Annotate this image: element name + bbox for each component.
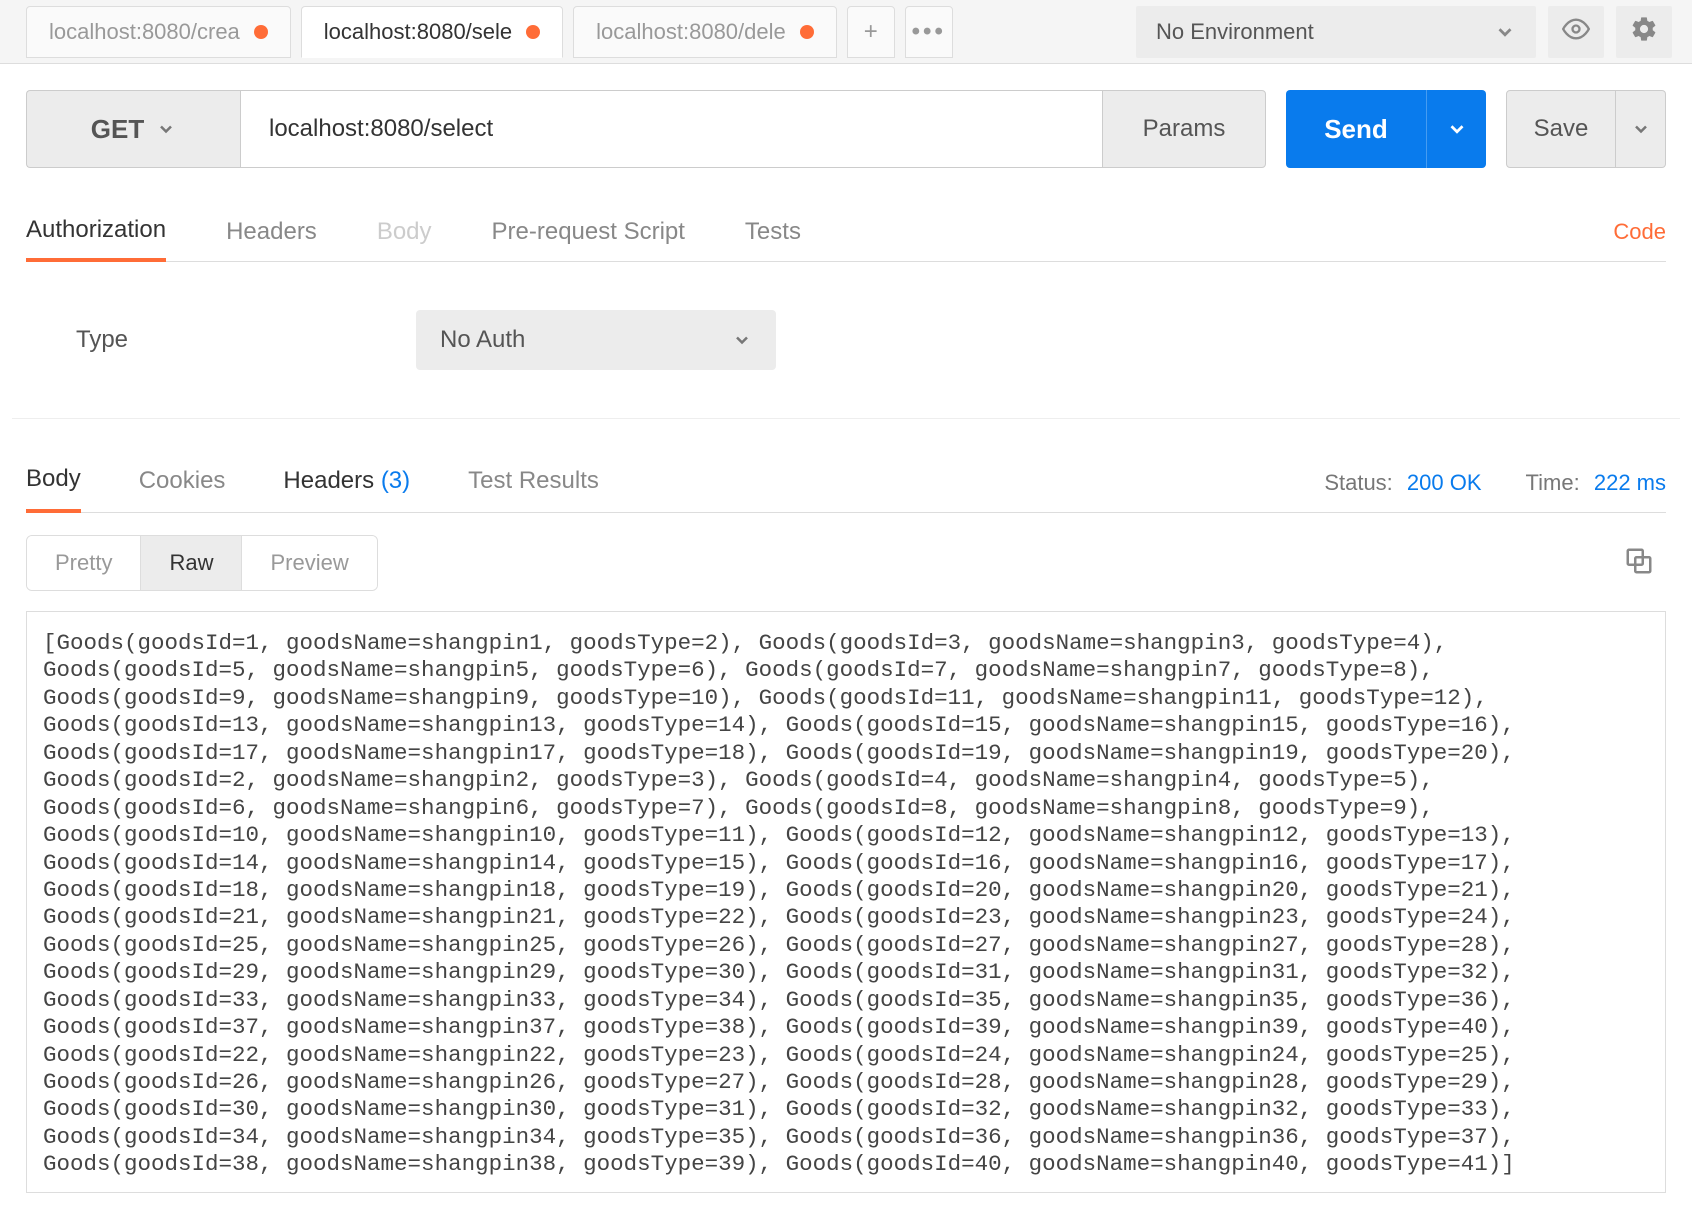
status-label: Status: (1324, 470, 1392, 495)
unsaved-dot-icon (254, 25, 268, 39)
status-field: Status: 200 OK (1324, 470, 1481, 496)
send-label: Send (1324, 114, 1388, 145)
save-dropdown-button[interactable] (1616, 90, 1666, 168)
time-value: 222 ms (1594, 470, 1666, 495)
chevron-down-icon (156, 119, 176, 139)
code-link[interactable]: Code (1613, 219, 1666, 245)
new-tab-button[interactable]: + (847, 6, 895, 58)
eye-icon (1562, 15, 1590, 48)
time-label: Time: (1526, 470, 1580, 495)
environment-quicklook-button[interactable] (1548, 6, 1604, 58)
top-right-controls: No Environment (1136, 6, 1692, 58)
send-button[interactable]: Send (1286, 90, 1426, 168)
response-tabs: Body Cookies Headers (3) Test Results St… (26, 429, 1666, 513)
request-url-input[interactable] (240, 90, 1102, 168)
tab-request-2[interactable]: localhost:8080/dele (573, 6, 837, 58)
params-label: Params (1143, 115, 1226, 143)
chevron-down-icon (732, 330, 752, 350)
tab-tests[interactable]: Tests (745, 204, 801, 260)
save-button-group: Save (1506, 90, 1666, 168)
save-button[interactable]: Save (1506, 90, 1616, 168)
tab-body[interactable]: Body (377, 204, 432, 260)
unsaved-dot-icon (526, 25, 540, 39)
tab-bar: localhost:8080/crea localhost:8080/sele … (26, 6, 953, 58)
top-strip: localhost:8080/crea localhost:8080/sele … (0, 0, 1692, 64)
view-preview-button[interactable]: Preview (242, 536, 376, 590)
tab-request-1[interactable]: localhost:8080/sele (301, 6, 563, 58)
resp-tab-headers-count: (3) (381, 467, 410, 494)
copy-response-button[interactable] (1624, 546, 1666, 581)
copy-icon (1624, 563, 1654, 580)
tab-prerequest[interactable]: Pre-request Script (492, 204, 685, 260)
auth-type-selected: No Auth (440, 326, 525, 354)
request-row: GET Params Send Save (0, 64, 1692, 168)
unsaved-dot-icon (800, 25, 814, 39)
request-tabs: Authorization Headers Body Pre-request S… (26, 202, 1666, 262)
gear-icon (1630, 15, 1658, 48)
tab-label: localhost:8080/dele (596, 19, 786, 45)
ellipsis-icon: ••• (912, 18, 946, 46)
tab-authorization[interactable]: Authorization (26, 202, 166, 262)
resp-tab-tests[interactable]: Test Results (468, 455, 599, 511)
chevron-down-icon (1494, 21, 1516, 43)
tab-headers[interactable]: Headers (226, 204, 317, 260)
response-body-controls: Pretty Raw Preview (26, 535, 1666, 591)
authorization-panel: Type No Auth (12, 262, 1680, 419)
time-field: Time: 222 ms (1526, 470, 1666, 496)
http-method-selector[interactable]: GET (26, 90, 240, 168)
environment-selector[interactable]: No Environment (1136, 6, 1536, 58)
settings-button[interactable] (1616, 6, 1672, 58)
auth-type-label: Type (76, 326, 416, 354)
params-button[interactable]: Params (1102, 90, 1266, 168)
http-method-label: GET (91, 114, 144, 145)
chevron-down-icon (1446, 118, 1468, 140)
resp-tab-cookies[interactable]: Cookies (139, 455, 226, 511)
tab-request-0[interactable]: localhost:8080/crea (26, 6, 291, 58)
auth-type-selector[interactable]: No Auth (416, 310, 776, 370)
send-dropdown-button[interactable] (1426, 90, 1486, 168)
response-meta: Status: 200 OK Time: 222 ms (1324, 470, 1666, 496)
tab-overflow-button[interactable]: ••• (905, 6, 953, 58)
chevron-down-icon (1631, 119, 1651, 139)
resp-tab-headers-label: Headers (283, 467, 374, 494)
body-view-group: Pretty Raw Preview (26, 535, 378, 591)
view-pretty-button[interactable]: Pretty (27, 536, 141, 590)
status-value: 200 OK (1407, 470, 1482, 495)
tab-label: localhost:8080/crea (49, 19, 240, 45)
send-button-group: Send (1286, 90, 1486, 168)
view-raw-button[interactable]: Raw (141, 536, 242, 590)
plus-icon: + (864, 18, 878, 46)
environment-selected-label: No Environment (1156, 19, 1314, 45)
tab-label: localhost:8080/sele (324, 19, 512, 45)
resp-tab-headers[interactable]: Headers (3) (283, 455, 410, 511)
response-body-text[interactable]: [Goods(goodsId=1, goodsName=shangpin1, g… (26, 611, 1666, 1193)
save-label: Save (1534, 115, 1589, 143)
resp-tab-body[interactable]: Body (26, 453, 81, 513)
